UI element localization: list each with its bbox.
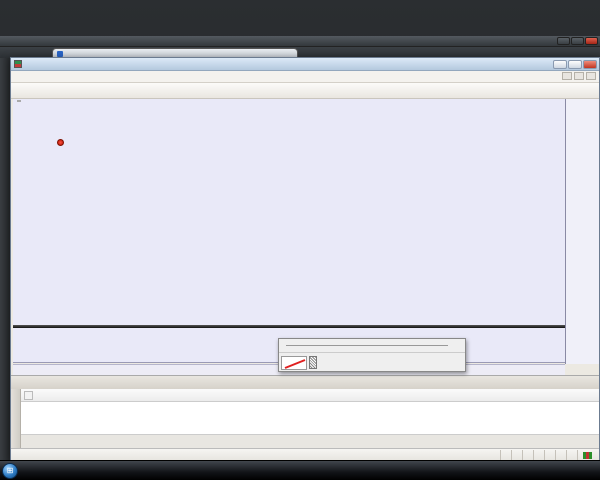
color-palette xyxy=(319,356,416,369)
browser-maximize-button[interactable] xyxy=(571,37,584,45)
status-help-text xyxy=(11,450,500,460)
taskbar: ⊞ xyxy=(0,460,600,480)
news-list-header xyxy=(21,389,599,402)
browser-menubar xyxy=(0,36,600,47)
chart-close-button[interactable] xyxy=(586,72,596,80)
mt4-toolbar xyxy=(11,83,599,99)
price-axis[interactable] xyxy=(565,99,599,364)
status-volume xyxy=(566,450,577,460)
status-low xyxy=(544,450,555,460)
chart-minimize-button[interactable] xyxy=(562,72,572,80)
terminal-panel xyxy=(11,389,599,448)
status-datetime xyxy=(511,450,522,460)
mt4-close-button[interactable] xyxy=(583,60,597,69)
status-market xyxy=(500,450,511,460)
status-high xyxy=(533,450,544,460)
terminal-vertical-label xyxy=(11,389,21,448)
browser-left-edge xyxy=(0,58,10,460)
mt4-restore-button[interactable] xyxy=(568,60,582,69)
terminal-close-icon[interactable] xyxy=(24,390,33,400)
status-traffic xyxy=(577,450,599,460)
annotation-tools-row xyxy=(279,339,465,353)
hatch-pattern-swatch[interactable] xyxy=(309,356,317,369)
recording-dot-icon xyxy=(57,139,64,146)
chart-plot-area[interactable] xyxy=(13,99,565,325)
chart-dropdown-icon[interactable] xyxy=(17,100,21,102)
mt4-window xyxy=(10,57,600,461)
mt4-titlebar[interactable] xyxy=(11,58,599,71)
annotation-slider[interactable] xyxy=(286,345,448,346)
forum-favicon-icon xyxy=(57,50,63,57)
chart-ohlc-header xyxy=(17,100,24,102)
status-open xyxy=(522,450,533,460)
desktop-icons-area xyxy=(0,0,600,40)
mt4-minimize-button[interactable] xyxy=(553,60,567,69)
terminal-tabs-bar xyxy=(21,434,599,448)
browser-close-button[interactable] xyxy=(585,37,598,45)
mt4-app-icon xyxy=(14,60,22,68)
chart-symbol-tabs-bar xyxy=(11,375,599,389)
mt4-menubar xyxy=(11,71,599,83)
desktop-screen: ⊞ xyxy=(0,0,600,480)
traffic-bars-icon xyxy=(583,451,592,459)
news-list-body[interactable] xyxy=(21,402,599,434)
annotation-preview xyxy=(281,355,307,370)
start-button[interactable]: ⊞ xyxy=(2,462,18,479)
annotation-palette-row xyxy=(279,353,465,372)
screen-annotation-toolbar xyxy=(278,338,466,372)
chart-restore-button[interactable] xyxy=(574,72,584,80)
browser-minimize-button[interactable] xyxy=(557,37,570,45)
status-close xyxy=(555,450,566,460)
